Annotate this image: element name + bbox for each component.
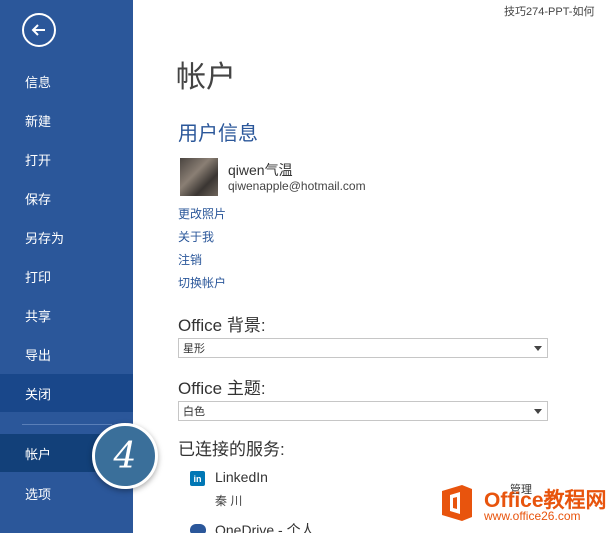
nav-item-new[interactable]: 新建 (0, 101, 133, 139)
nav-item-export[interactable]: 导出 (0, 335, 133, 373)
nav-item-close[interactable]: 关闭 (0, 374, 133, 412)
change-photo-link[interactable]: 更改照片 (178, 205, 226, 222)
office-theme-value: 白色 (183, 406, 205, 418)
about-me-link[interactable]: 关于我 (178, 228, 214, 245)
connected-services-heading: 已连接的服务: (178, 440, 285, 459)
office-background-label: Office 背景: (178, 316, 266, 335)
sign-out-link[interactable]: 注销 (178, 251, 202, 268)
office-theme-label: Office 主题: (178, 379, 266, 398)
user-name: qiwen气温 (228, 162, 293, 178)
nav-divider (22, 424, 112, 425)
dropdown-arrow-icon (534, 409, 542, 414)
office-logo-icon (442, 485, 472, 521)
linkedin-user-name: 秦 川 (215, 494, 243, 508)
nav-item-save[interactable]: 保存 (0, 179, 133, 217)
page-title: 帐户 (176, 60, 236, 95)
linkedin-service-name: LinkedIn (215, 469, 268, 485)
watermark-url: www.office26.com (484, 509, 581, 523)
nav-item-print[interactable]: 打印 (0, 257, 133, 295)
linkedin-icon: in (190, 471, 205, 486)
back-arrow-icon (31, 24, 45, 36)
office-theme-select[interactable]: 白色 (178, 401, 548, 421)
nav-item-share[interactable]: 共享 (0, 296, 133, 334)
office-background-value: 星形 (183, 343, 205, 355)
nav-item-info[interactable]: 信息 (0, 62, 133, 100)
dropdown-arrow-icon (534, 346, 542, 351)
user-info-heading: 用户信息 (178, 123, 258, 145)
window-title: 技巧274-PPT-如何 (504, 6, 595, 18)
step-number-badge: 4 (92, 423, 158, 489)
onedrive-icon (190, 524, 206, 533)
user-email: qiwenapple@hotmail.com (228, 179, 366, 193)
switch-account-link[interactable]: 切换帐户 (178, 274, 226, 291)
nav-item-open[interactable]: 打开 (0, 140, 133, 178)
back-button[interactable] (22, 13, 56, 47)
nav-item-save-as[interactable]: 另存为 (0, 218, 133, 256)
onedrive-service-name: OneDrive - 个人 (215, 522, 315, 533)
office-background-select[interactable]: 星形 (178, 338, 548, 358)
watermark: Office教程网 www.office26.com (438, 478, 608, 533)
avatar (180, 158, 218, 196)
